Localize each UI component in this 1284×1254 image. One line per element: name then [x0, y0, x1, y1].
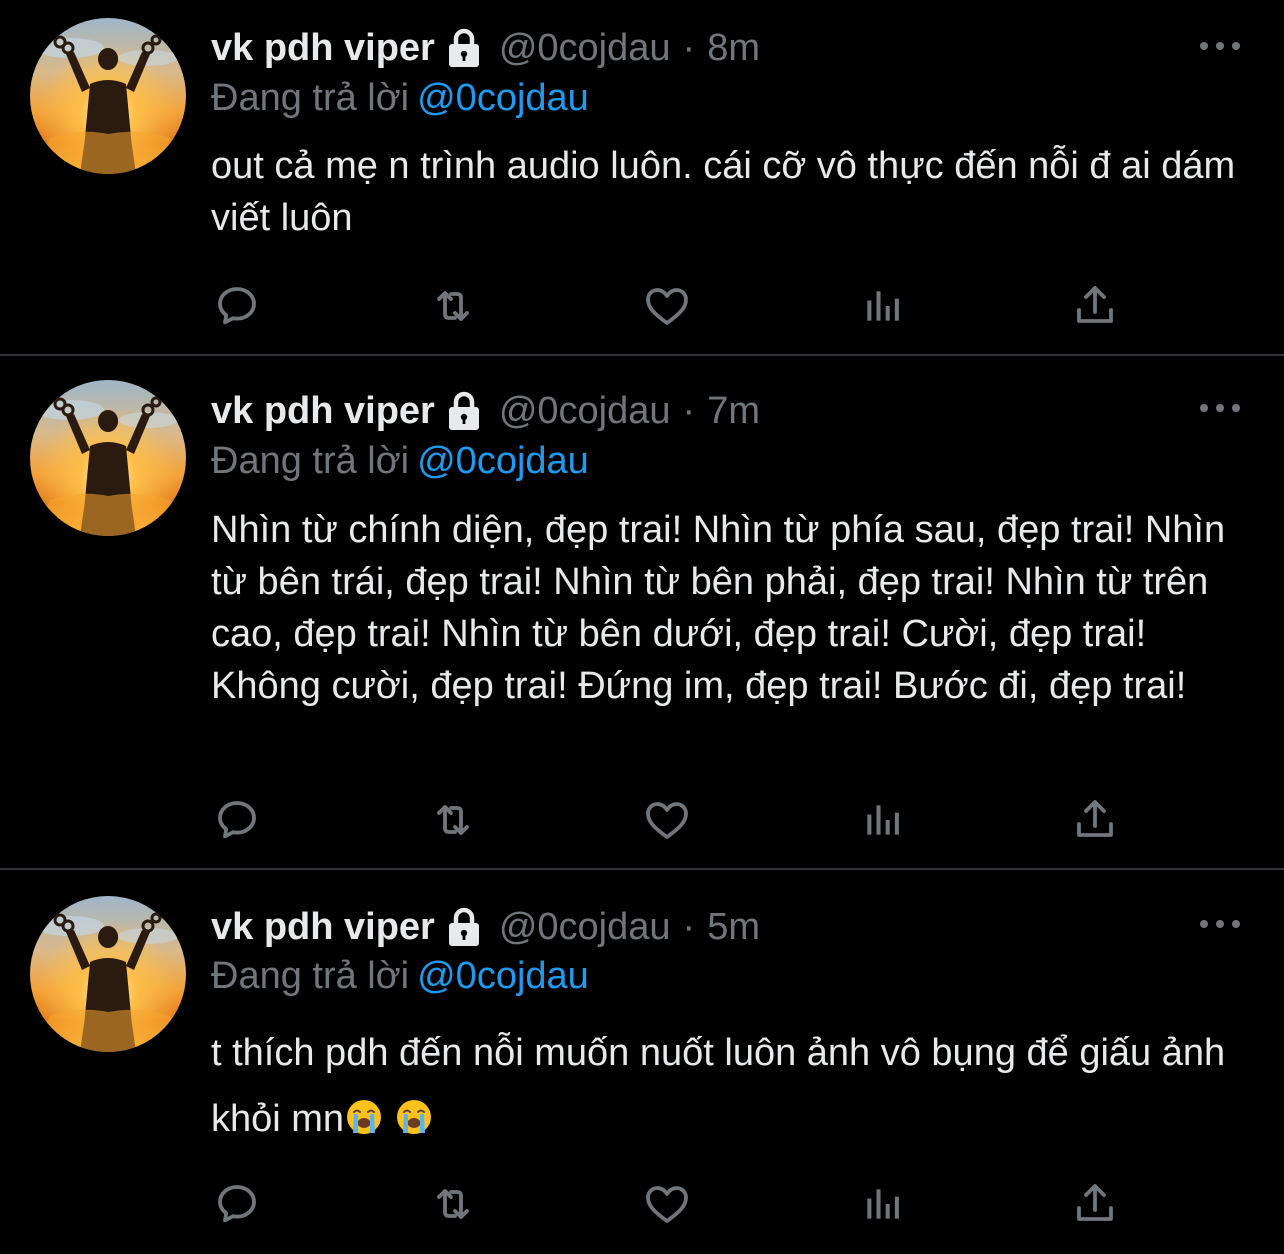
avatar[interactable]: [30, 896, 186, 1052]
handle[interactable]: @0cojdau: [499, 386, 671, 436]
lock-icon: [445, 27, 483, 69]
retweet-button[interactable]: [429, 1180, 477, 1228]
reply-icon: [213, 796, 261, 844]
retweet-icon: [429, 282, 477, 330]
share-icon: [1071, 282, 1119, 330]
analytics-button[interactable]: [858, 796, 906, 844]
tweet-header: vk pdh viper @0cojdau · 8m: [211, 23, 760, 73]
display-name[interactable]: vk pdh viper: [211, 386, 435, 436]
replying-to: Đang trả lời @0cojdau: [211, 73, 589, 123]
display-name[interactable]: vk pdh viper: [211, 902, 435, 952]
retweet-button[interactable]: [429, 282, 477, 330]
analytics-button[interactable]: [858, 1180, 906, 1228]
reply-icon: [213, 1180, 261, 1228]
lock-icon: [445, 390, 483, 432]
retweet-icon: [429, 796, 477, 844]
separator-dot: ·: [682, 390, 696, 432]
handle[interactable]: @0cojdau: [499, 23, 671, 73]
share-icon: [1071, 1180, 1119, 1228]
reply-button[interactable]: [213, 282, 261, 330]
tweet-text: out cả mẹ n trình audio luôn. cái cỡ vô …: [211, 145, 1236, 239]
handle[interactable]: @0cojdau: [499, 902, 671, 952]
tweet[interactable]: vk pdh viper @0cojdau · 8m Đang trả lời @…: [0, 0, 1284, 354]
tweet-text: Nhìn từ chính diện, đẹp trai! Nhìn từ ph…: [211, 509, 1226, 707]
retweet-icon: [429, 1180, 477, 1228]
tweet-feed: vk pdh viper @0cojdau · 8m Đang trả lời @…: [0, 0, 1284, 1254]
share-icon: [1071, 796, 1119, 844]
more-icon[interactable]: [1200, 404, 1240, 416]
tweet[interactable]: vk pdh viper @0cojdau · 5m Đang trả lời @…: [0, 870, 1284, 1254]
more-icon[interactable]: [1200, 920, 1240, 932]
reply-mention-link[interactable]: @0cojdau: [417, 955, 589, 997]
separator-dot: ·: [682, 906, 696, 948]
like-button[interactable]: [643, 796, 691, 844]
avatar[interactable]: [30, 380, 186, 536]
crying-emoji-icon: [396, 1099, 432, 1135]
analytics-icon: [860, 1182, 904, 1226]
share-button[interactable]: [1071, 796, 1119, 844]
like-button[interactable]: [643, 282, 691, 330]
replying-label: Đang trả lời: [211, 955, 410, 997]
replying-label: Đang trả lời: [211, 77, 410, 119]
avatar[interactable]: [30, 18, 186, 174]
replying-to: Đang trả lời @0cojdau: [211, 951, 589, 1001]
lock-icon: [445, 906, 483, 948]
like-icon: [643, 1180, 691, 1228]
reply-mention-link[interactable]: @0cojdau: [417, 440, 589, 482]
like-button[interactable]: [643, 1180, 691, 1228]
reply-button[interactable]: [213, 1180, 261, 1228]
timestamp[interactable]: 5m: [707, 902, 760, 952]
more-icon[interactable]: [1200, 42, 1240, 54]
tweet-text: t thích pdh đến nỗi muốn nuốt luôn ảnh v…: [211, 1020, 1251, 1152]
analytics-button[interactable]: [858, 282, 906, 330]
timestamp[interactable]: 8m: [707, 23, 760, 73]
separator-dot: ·: [682, 27, 696, 69]
tweet[interactable]: vk pdh viper @0cojdau · 7m Đang trả lời @…: [0, 356, 1284, 868]
retweet-button[interactable]: [429, 796, 477, 844]
reply-button[interactable]: [213, 796, 261, 844]
like-icon: [643, 796, 691, 844]
share-button[interactable]: [1071, 1180, 1119, 1228]
crying-emoji-icon: [346, 1099, 382, 1135]
share-button[interactable]: [1071, 282, 1119, 330]
analytics-icon: [860, 798, 904, 842]
reply-icon: [213, 282, 261, 330]
tweet-header: vk pdh viper @0cojdau · 7m: [211, 386, 760, 436]
like-icon: [643, 282, 691, 330]
replying-label: Đang trả lời: [211, 440, 410, 482]
replying-to: Đang trả lời @0cojdau: [211, 436, 589, 486]
display-name[interactable]: vk pdh viper: [211, 23, 435, 73]
tweet-header: vk pdh viper @0cojdau · 5m: [211, 902, 760, 952]
analytics-icon: [860, 284, 904, 328]
reply-mention-link[interactable]: @0cojdau: [417, 77, 589, 119]
timestamp[interactable]: 7m: [707, 386, 760, 436]
